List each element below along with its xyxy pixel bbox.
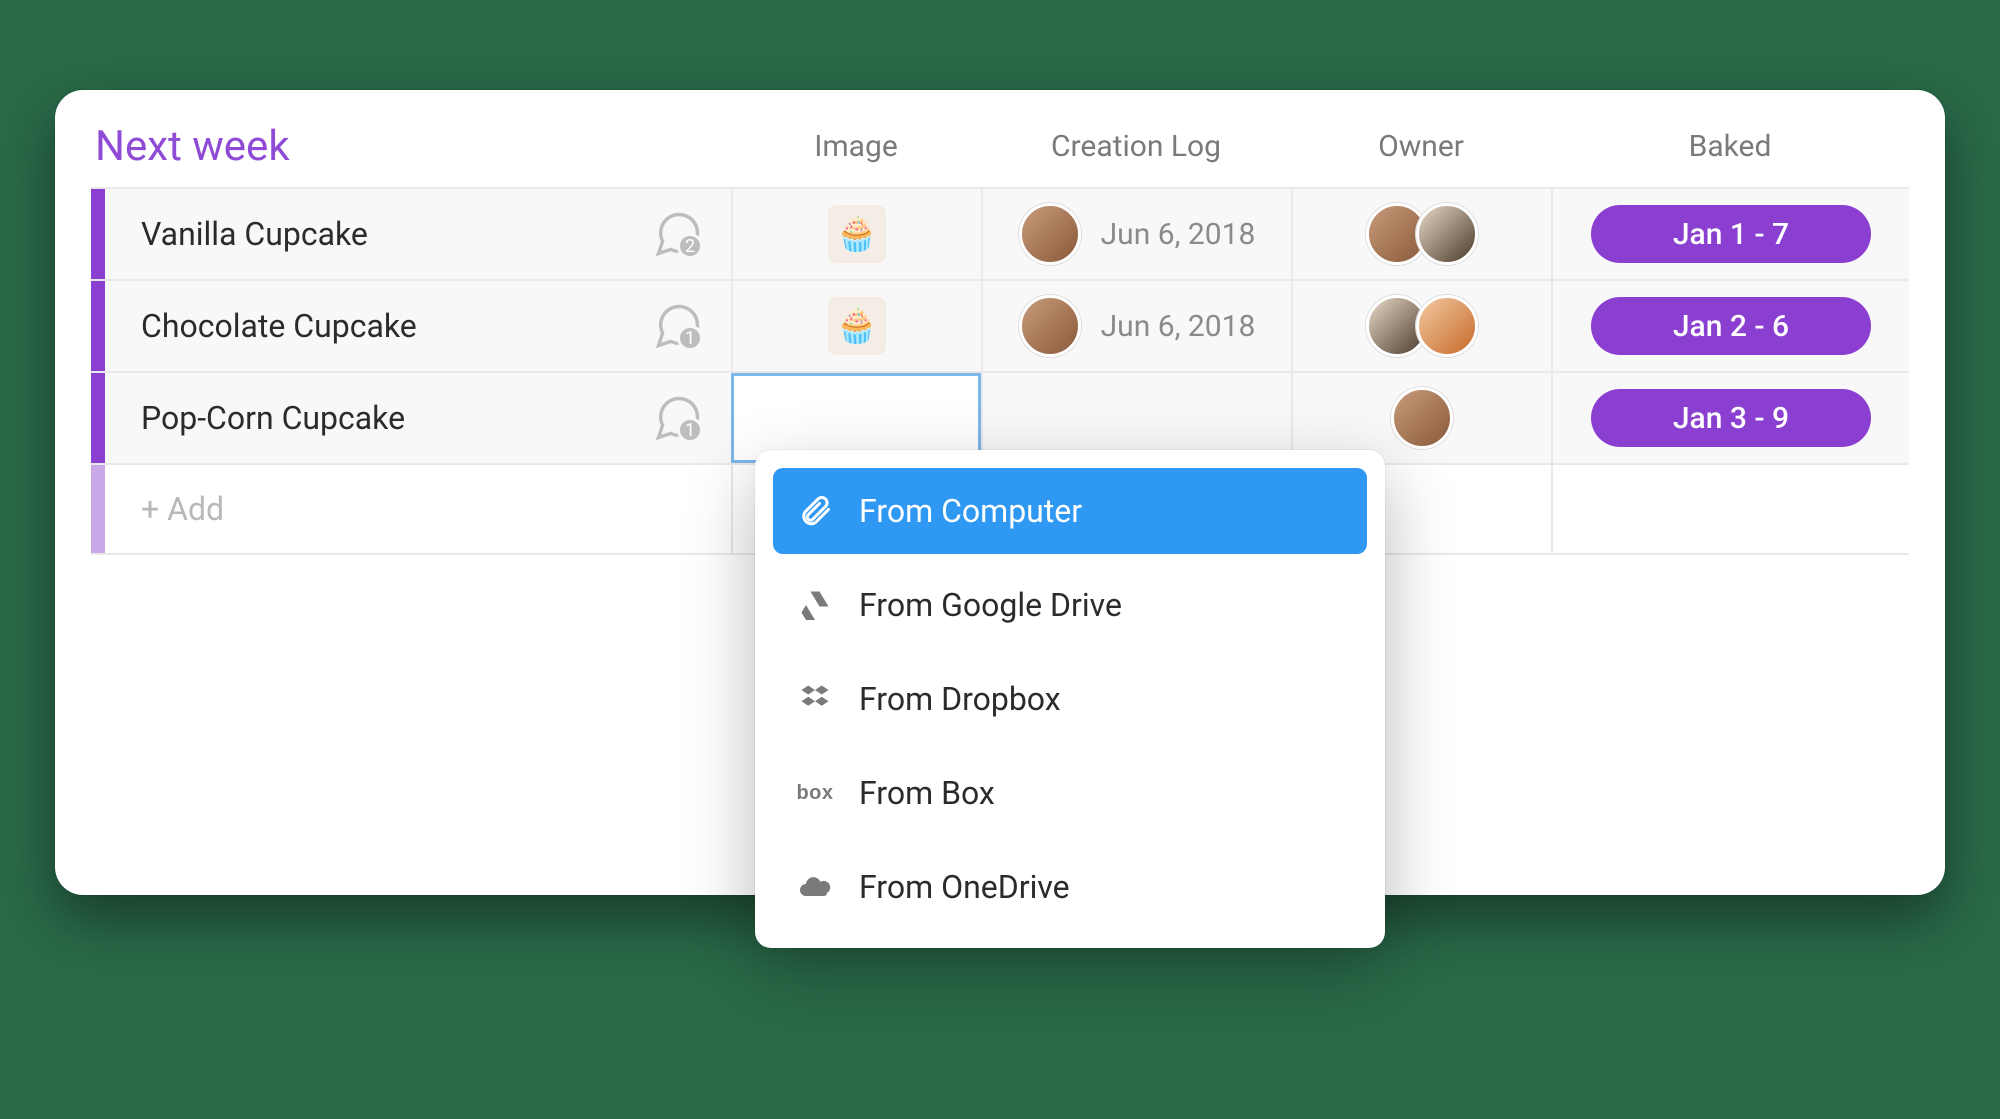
owner-avatar (1416, 295, 1478, 357)
onedrive-icon (795, 867, 835, 907)
cell-name[interactable]: Vanilla Cupcake 2 (105, 189, 731, 279)
cell-image[interactable]: 🧁 (731, 189, 981, 279)
creator-avatar (1019, 203, 1081, 265)
menu-item-label: From Computer (859, 492, 1082, 530)
cell-name[interactable]: Pop-Corn Cupcake 1 (105, 373, 731, 463)
upload-from-onedrive[interactable]: From OneDrive (773, 844, 1367, 930)
owner-avatars (1391, 387, 1453, 449)
owner-avatar (1391, 387, 1453, 449)
comments-button[interactable]: 2 (649, 205, 707, 263)
column-header-creation-log[interactable]: Creation Log (981, 129, 1291, 164)
group-title[interactable]: Next week (91, 122, 731, 171)
date-range-pill: Jan 3 - 9 (1591, 389, 1871, 447)
owner-avatars (1366, 295, 1478, 357)
cell-creation-log[interactable]: Jun 6, 2018 (981, 281, 1291, 371)
upload-source-menu: From Computer From Google Drive From Dro… (755, 450, 1385, 948)
cell-baked[interactable]: Jan 2 - 6 (1551, 281, 1909, 371)
upload-from-computer[interactable]: From Computer (773, 468, 1367, 554)
column-header-baked[interactable]: Baked (1551, 129, 1909, 164)
comments-count: 1 (677, 417, 703, 443)
table-row[interactable]: Vanilla Cupcake 2 🧁 Jun 6, 2018 (91, 187, 1909, 279)
cell-baked[interactable]: Jan 3 - 9 (1551, 373, 1909, 463)
cell-owner[interactable] (1291, 189, 1551, 279)
comments-count: 2 (677, 233, 703, 259)
cell-owner[interactable] (1291, 281, 1551, 371)
upload-from-google-drive[interactable]: From Google Drive (773, 562, 1367, 648)
cell-image[interactable]: 🧁 (731, 281, 981, 371)
upload-from-dropbox[interactable]: From Dropbox (773, 656, 1367, 742)
empty-cell (1551, 465, 1909, 553)
creation-date: Jun 6, 2018 (1101, 309, 1256, 344)
paperclip-icon (795, 491, 835, 531)
row-color-stripe (91, 189, 105, 279)
creator-avatar (1019, 295, 1081, 357)
column-header-image[interactable]: Image (731, 129, 981, 164)
menu-item-label: From Box (859, 774, 995, 812)
row-color-stripe (91, 465, 105, 553)
google-drive-icon (795, 585, 835, 625)
image-thumbnail: 🧁 (828, 297, 886, 355)
menu-item-label: From Dropbox (859, 680, 1061, 718)
group-header: Next week Image Creation Log Owner Baked (91, 118, 1909, 187)
comments-count: 1 (677, 325, 703, 351)
item-name: Vanilla Cupcake (141, 215, 368, 253)
table-row[interactable]: Chocolate Cupcake 1 🧁 Jun 6, 2018 (91, 279, 1909, 371)
item-name: Chocolate Cupcake (141, 307, 417, 345)
comments-button[interactable]: 1 (649, 297, 707, 355)
column-header-owner[interactable]: Owner (1291, 129, 1551, 164)
cell-name[interactable]: Chocolate Cupcake 1 (105, 281, 731, 371)
cell-creation-log[interactable]: Jun 6, 2018 (981, 189, 1291, 279)
row-color-stripe (91, 373, 105, 463)
owner-avatar (1416, 203, 1478, 265)
menu-item-label: From OneDrive (859, 868, 1070, 906)
dropbox-icon (795, 679, 835, 719)
image-thumbnail: 🧁 (828, 205, 886, 263)
item-name: Pop-Corn Cupcake (141, 399, 405, 437)
add-row-label: + Add (141, 490, 224, 528)
add-row-label-cell[interactable]: + Add (105, 465, 731, 553)
menu-item-label: From Google Drive (859, 586, 1122, 624)
date-range-pill: Jan 1 - 7 (1591, 205, 1871, 263)
upload-from-box[interactable]: box From Box (773, 750, 1367, 836)
row-color-stripe (91, 281, 105, 371)
box-icon: box (795, 773, 835, 813)
comments-button[interactable]: 1 (649, 389, 707, 447)
board-group: Next week Image Creation Log Owner Baked… (55, 90, 1945, 895)
creation-date: Jun 6, 2018 (1101, 217, 1256, 252)
cell-baked[interactable]: Jan 1 - 7 (1551, 189, 1909, 279)
date-range-pill: Jan 2 - 6 (1591, 297, 1871, 355)
owner-avatars (1366, 203, 1478, 265)
